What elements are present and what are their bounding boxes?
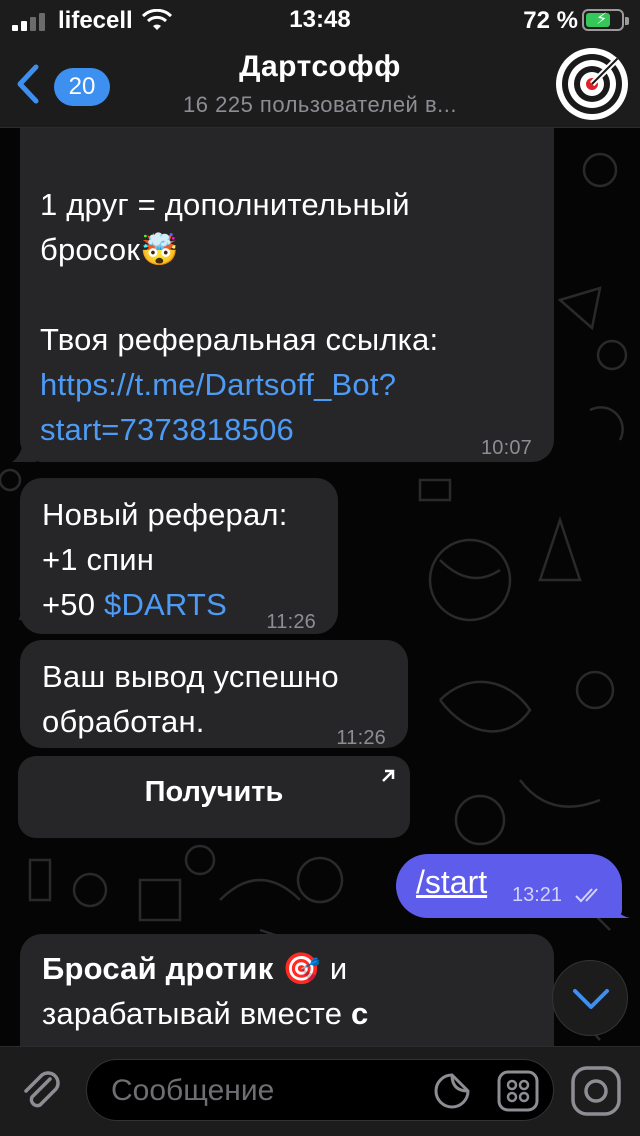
referral-link[interactable]: https://t.me/Dartsoff_Bot? [40,362,534,407]
status-bar: lifecell 13:48 72 % ⚡ [0,0,640,40]
message-text: и [321,951,348,986]
message-text: +50 [42,587,104,622]
chat-header: 20 Дартсофф 16 225 пользователей в... [0,40,640,128]
message-line: 1 друг = дополнительный [40,187,410,222]
scroll-to-bottom-button[interactable] [552,960,628,1036]
message-text: зарабатывай вместе [42,996,351,1031]
cashtag-link[interactable]: $DARTS [104,587,227,622]
inline-button-receive[interactable]: Получить [18,756,410,838]
outgoing-message-start[interactable]: /start 13:21 [396,854,622,918]
message-line: Новый реферал: [42,497,288,532]
bubble-tail-outgoing [612,896,630,918]
message-line: бросок🤯 [40,232,179,267]
message-time: 11:26 [336,727,386,749]
message-time: 10:07 [480,437,532,459]
message-bold-text: с [351,996,369,1031]
battery-percent: 72 % [523,7,578,34]
dartboard-logo-icon [558,50,626,118]
paperclip-icon[interactable] [16,1065,68,1117]
message-time: 13:21 [512,884,563,906]
message-bubble-withdraw[interactable]: Ваш вывод успешно обработан. 11:26 [20,640,408,749]
charging-bolt-icon: ⚡ [596,11,608,28]
message-placeholder: Сообщение [111,1074,275,1107]
referral-link-cont[interactable]: start=7373818506 [40,407,534,452]
sticker-icon[interactable] [433,1072,471,1110]
message-bold-text: Бросай дротик [42,951,274,986]
chevron-down-icon [573,989,609,1009]
message-line [40,272,534,317]
message-time: 11:26 [266,611,316,633]
bot-command-link[interactable]: /start [416,864,487,901]
camera-icon[interactable] [570,1065,622,1117]
chat-title[interactable]: Дартсофф [0,50,640,84]
message-line: Ваш вывод успешно [42,659,339,694]
message-input-bar: Сообщение [0,1046,640,1136]
chat-subtitle: 16 225 пользователей в... [183,92,457,117]
message-bubble-new-referral[interactable]: Новый реферал: +1 спин +50 $DARTS 11:26 [20,478,338,634]
message-line: зарабатывай вместе с [42,991,534,1036]
read-double-check-icon [575,888,598,903]
chat-avatar[interactable] [556,48,628,120]
message-line: +1 спин [42,542,155,577]
bubble-tail [12,430,36,462]
message-line: Бросай дротик 🎯 и [42,946,534,991]
battery-icon: ⚡ [582,9,629,31]
dart-emoji: 🎯 [282,951,322,986]
message-line: Твоя реферальная ссылка: [40,322,439,357]
bot-menu-icon[interactable] [497,1070,539,1112]
message-input[interactable]: Сообщение [86,1059,554,1121]
arrow-up-right-icon [382,769,395,782]
message-bubble-referral[interactable]: 1 друг = дополнительный бросок🤯 Твоя реф… [20,128,554,462]
inline-button-label: Получить [144,776,284,808]
